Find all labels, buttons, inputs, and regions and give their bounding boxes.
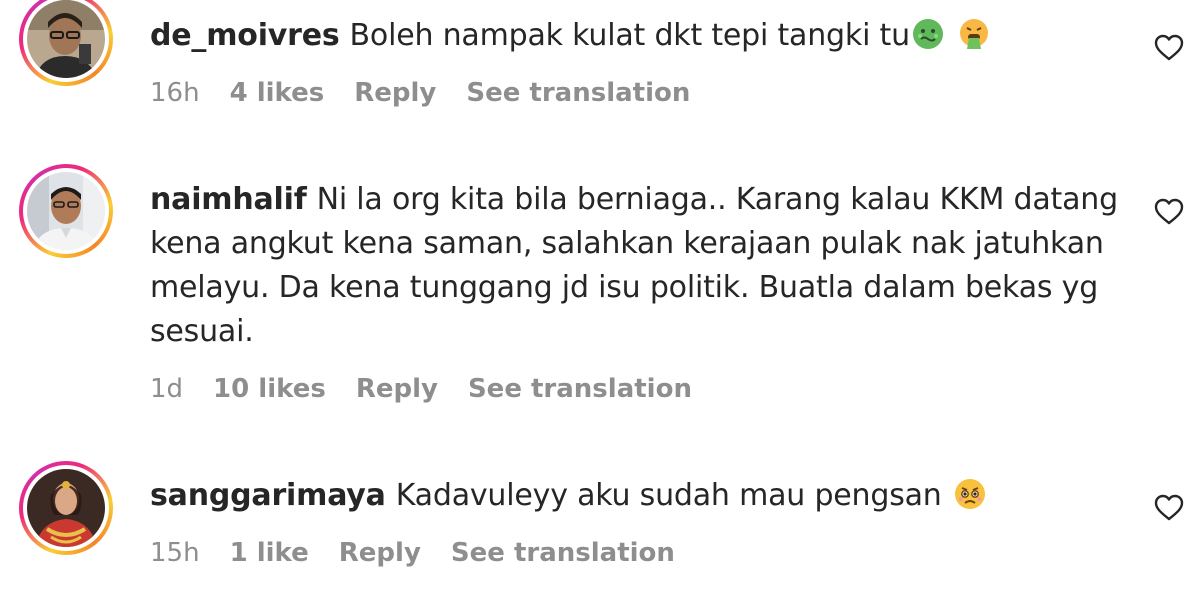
comment-meta: 1d 10 likes Reply See translation (150, 374, 692, 404)
avatar[interactable] (27, 469, 105, 547)
comment-username[interactable]: de_moivres (150, 18, 340, 53)
heart-outline-icon[interactable] (1154, 34, 1184, 62)
comment-body: naimhalif Ni la org kita bila berniaga.. … (150, 178, 1140, 354)
reply-button[interactable]: Reply (339, 538, 421, 568)
comment-time: 1d (150, 374, 184, 404)
see-translation-button[interactable]: See translation (466, 78, 690, 108)
see-translation-button[interactable]: See translation (468, 374, 692, 404)
reply-button[interactable]: Reply (356, 374, 438, 404)
reply-button[interactable]: Reply (354, 78, 436, 108)
see-translation-button[interactable]: See translation (451, 538, 675, 568)
comment-username[interactable]: sanggarimaya (150, 478, 386, 513)
story-ring[interactable] (19, 0, 113, 86)
heart-outline-icon[interactable] (1154, 494, 1184, 522)
comment-meta: 15h 1 like Reply See translation (150, 538, 675, 568)
comment-meta: 16h 4 likes Reply See translation (150, 78, 690, 108)
story-ring[interactable] (19, 164, 113, 258)
avatar[interactable] (27, 172, 105, 250)
like-count[interactable]: 10 likes (213, 374, 326, 404)
like-count[interactable]: 1 like (230, 538, 309, 568)
heart-outline-icon[interactable] (1154, 198, 1184, 226)
nauseated-face-emoji (912, 19, 943, 49)
comment-time: 15h (150, 538, 200, 568)
comment-body: sanggarimaya Kadavuleyy aku sudah mau pen… (150, 474, 1140, 518)
comment-time: 16h (150, 78, 200, 108)
comment-text: Boleh nampak kulat dkt tepi tangki tu (349, 18, 911, 53)
like-count[interactable]: 4 likes (230, 78, 325, 108)
story-ring[interactable] (19, 461, 113, 555)
face-vomiting-emoji (959, 19, 988, 49)
comment-username[interactable]: naimhalif (150, 182, 307, 217)
worried-face-emoji (954, 479, 985, 509)
avatar[interactable] (27, 0, 105, 78)
comment-text: Kadavuleyy aku sudah mau pengsan (395, 478, 942, 513)
comment-body: de_moivres Boleh nampak kulat dkt tepi ta… (150, 14, 1140, 58)
